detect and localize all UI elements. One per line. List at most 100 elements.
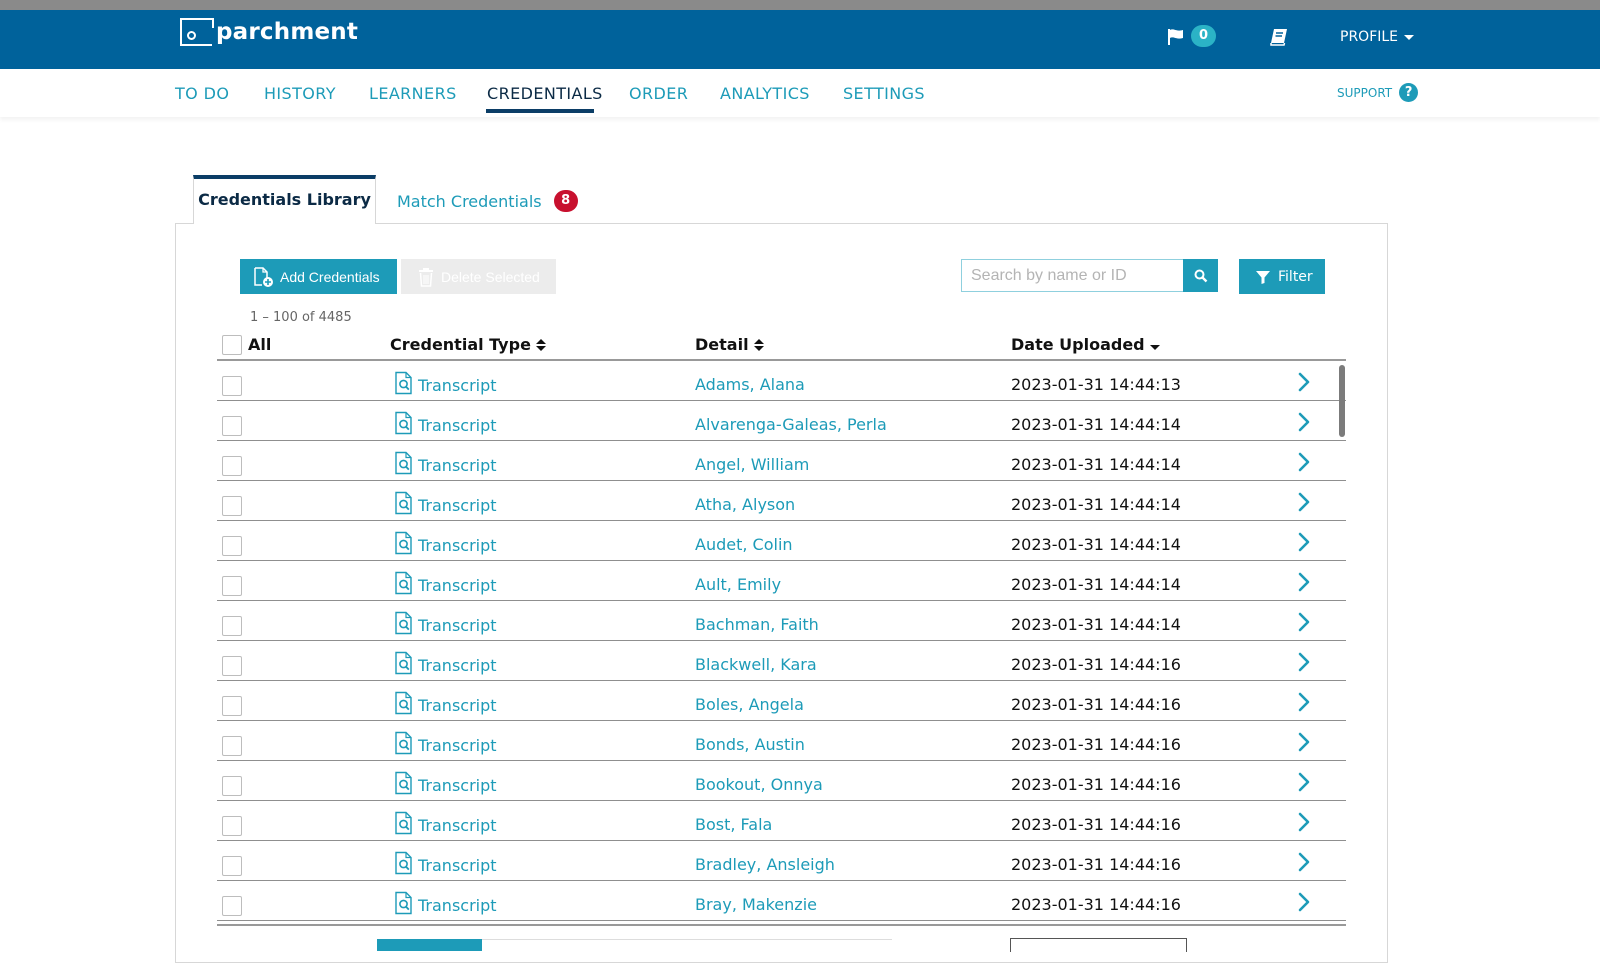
chevron-right-icon[interactable]: [1296, 651, 1312, 673]
chevron-right-icon[interactable]: [1296, 571, 1312, 593]
credential-type-link[interactable]: Transcript: [394, 651, 497, 675]
row-checkbox[interactable]: [222, 456, 242, 476]
credential-type-link[interactable]: Transcript: [394, 731, 497, 755]
table-row[interactable]: Transcript Audet, Colin 2023-01-31 14:44…: [217, 521, 1346, 561]
nav-item-history[interactable]: HISTORY: [264, 84, 336, 103]
delete-selected-button[interactable]: Delete Selected: [401, 259, 556, 294]
row-checkbox[interactable]: [222, 696, 242, 716]
chevron-right-icon[interactable]: [1296, 891, 1312, 913]
credential-type-link[interactable]: Transcript: [394, 491, 497, 515]
flag-icon[interactable]: [1166, 27, 1186, 47]
nav-item-learners[interactable]: LEARNERS: [369, 84, 457, 103]
credential-type-link[interactable]: Transcript: [394, 451, 497, 475]
credential-type-link[interactable]: Transcript: [394, 771, 497, 795]
table-row[interactable]: Transcript Angel, William 2023-01-31 14:…: [217, 441, 1346, 481]
chevron-right-icon[interactable]: [1296, 811, 1312, 833]
table-row[interactable]: Transcript Alvarenga-Galeas, Perla 2023-…: [217, 401, 1346, 441]
result-range: 1 – 100 of 4485: [250, 310, 352, 325]
add-credentials-button[interactable]: Add Credentials: [240, 259, 397, 294]
table-row[interactable]: Transcript Adams, Alana 2023-01-31 14:44…: [217, 361, 1346, 401]
chevron-right-icon[interactable]: [1296, 371, 1312, 393]
tab-match-credentials[interactable]: Match Credentials 8: [397, 190, 578, 212]
credential-type-link[interactable]: Transcript: [394, 371, 497, 395]
table-row[interactable]: Transcript Bachman, Faith 2023-01-31 14:…: [217, 601, 1346, 641]
row-checkbox[interactable]: [222, 496, 242, 516]
table-row[interactable]: Transcript Bost, Fala 2023-01-31 14:44:1…: [217, 801, 1346, 841]
learner-name-link[interactable]: Boles, Angela: [695, 695, 804, 714]
row-checkbox[interactable]: [222, 576, 242, 596]
credential-type-link[interactable]: Transcript: [394, 611, 497, 635]
table-row[interactable]: Transcript Ault, Emily 2023-01-31 14:44:…: [217, 561, 1346, 601]
nav-item-analytics[interactable]: ANALYTICS: [720, 84, 810, 103]
table-row[interactable]: Transcript Boles, Angela 2023-01-31 14:4…: [217, 681, 1346, 721]
nav-item-todo[interactable]: TO DO: [175, 84, 229, 103]
nav-item-settings[interactable]: SETTINGS: [843, 84, 925, 103]
search-button[interactable]: [1183, 259, 1218, 292]
credential-type-link[interactable]: Transcript: [394, 571, 497, 595]
row-checkbox[interactable]: [222, 416, 242, 436]
learner-name-link[interactable]: Alvarenga-Galeas, Perla: [695, 415, 887, 434]
learner-name-link[interactable]: Audet, Colin: [695, 535, 793, 554]
column-header-date-uploaded[interactable]: Date Uploaded: [1011, 335, 1160, 354]
learner-name-link[interactable]: Bray, Makenzie: [695, 895, 817, 914]
credential-type-link[interactable]: Transcript: [394, 411, 497, 435]
chevron-right-icon[interactable]: [1296, 411, 1312, 433]
per-page-select[interactable]: [1010, 938, 1187, 952]
row-checkbox[interactable]: [222, 376, 242, 396]
pagination-current-page[interactable]: [377, 939, 482, 951]
column-header-credential-type[interactable]: Credential Type: [390, 335, 546, 354]
row-checkbox[interactable]: [222, 536, 242, 556]
filter-button[interactable]: Filter: [1239, 259, 1325, 294]
table-row[interactable]: Transcript Atha, Alyson 2023-01-31 14:44…: [217, 481, 1346, 521]
table-row[interactable]: Transcript Blackwell, Kara 2023-01-31 14…: [217, 641, 1346, 681]
credential-type-link[interactable]: Transcript: [394, 691, 497, 715]
chevron-right-icon[interactable]: [1296, 611, 1312, 633]
chevron-right-icon[interactable]: [1296, 731, 1312, 753]
credential-type-link[interactable]: Transcript: [394, 851, 497, 875]
row-checkbox[interactable]: [222, 656, 242, 676]
table-row[interactable]: Transcript Bradley, Ansleigh 2023-01-31 …: [217, 841, 1346, 881]
pagination-pages[interactable]: [482, 939, 892, 951]
row-checkbox[interactable]: [222, 816, 242, 836]
chevron-right-icon[interactable]: [1296, 451, 1312, 473]
row-checkbox[interactable]: [222, 616, 242, 636]
row-checkbox[interactable]: [222, 776, 242, 796]
chevron-right-icon[interactable]: [1296, 491, 1312, 513]
learner-name-link[interactable]: Blackwell, Kara: [695, 655, 817, 674]
learner-name-link[interactable]: Bachman, Faith: [695, 615, 819, 634]
row-checkbox[interactable]: [222, 896, 242, 916]
chevron-right-icon[interactable]: [1296, 851, 1312, 873]
learner-name-link[interactable]: Bookout, Onnya: [695, 775, 823, 794]
row-checkbox[interactable]: [222, 856, 242, 876]
row-checkbox[interactable]: [222, 736, 242, 756]
credential-type-link[interactable]: Transcript: [394, 891, 497, 915]
notification-count-badge[interactable]: 0: [1191, 25, 1216, 47]
learner-name-link[interactable]: Bost, Fala: [695, 815, 772, 834]
learner-name-link[interactable]: Bonds, Austin: [695, 735, 805, 754]
parchment-logo[interactable]: parchment: [180, 18, 358, 46]
table-row[interactable]: Transcript Bray, Makenzie 2023-01-31 14:…: [217, 881, 1346, 921]
chevron-right-icon[interactable]: [1296, 771, 1312, 793]
support-link[interactable]: SUPPORT ?: [1337, 83, 1419, 102]
learner-name-link[interactable]: Atha, Alyson: [695, 495, 795, 514]
learner-name-link[interactable]: Adams, Alana: [695, 375, 805, 394]
app-header: parchment 0 PROFILE: [0, 10, 1600, 69]
chevron-right-icon[interactable]: [1296, 531, 1312, 553]
chevron-right-icon[interactable]: [1296, 691, 1312, 713]
tab-credentials-library[interactable]: Credentials Library: [193, 175, 376, 224]
select-all-checkbox[interactable]: [222, 335, 242, 355]
learner-name-link[interactable]: Bradley, Ansleigh: [695, 855, 835, 874]
learner-name-link[interactable]: Ault, Emily: [695, 575, 781, 594]
credential-type-link[interactable]: Transcript: [394, 811, 497, 835]
nav-item-credentials[interactable]: CREDENTIALS: [487, 84, 603, 103]
profile-menu[interactable]: PROFILE: [1340, 29, 1415, 45]
table-scrollbar[interactable]: [1339, 365, 1345, 437]
nav-item-order[interactable]: ORDER: [629, 84, 688, 103]
column-header-detail[interactable]: Detail: [695, 335, 764, 354]
book-icon[interactable]: [1268, 26, 1290, 48]
learner-name-link[interactable]: Angel, William: [695, 455, 809, 474]
table-row[interactable]: Transcript Bonds, Austin 2023-01-31 14:4…: [217, 721, 1346, 761]
credential-type-link[interactable]: Transcript: [394, 531, 497, 555]
search-input[interactable]: [961, 259, 1184, 292]
table-row[interactable]: Transcript Bookout, Onnya 2023-01-31 14:…: [217, 761, 1346, 801]
